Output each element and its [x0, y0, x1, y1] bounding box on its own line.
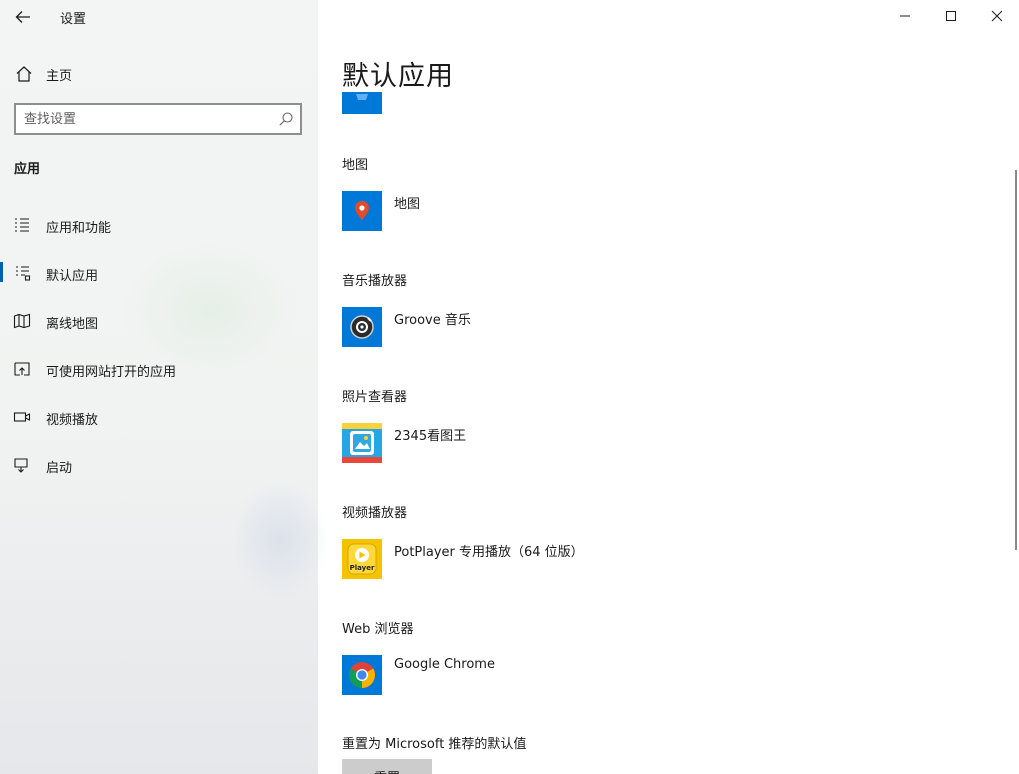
sidebar-item-label: 视频播放 [46, 413, 99, 428]
category-label-video: 视频播放器 [342, 506, 408, 521]
chrome-icon [348, 662, 376, 688]
open-web-icon [14, 362, 30, 376]
category-label-music: 音乐播放器 [342, 274, 408, 289]
search-input[interactable] [24, 109, 264, 129]
search-icon[interactable] [278, 111, 294, 127]
minimize-button[interactable] [882, 0, 928, 32]
sidebar-background-glow-2 [230, 480, 330, 600]
sidebar-item-apps-features[interactable]: 应用和功能 [0, 205, 318, 245]
sidebar-item-label: 应用和功能 [46, 221, 112, 236]
app-tile-video[interactable]: Player [342, 539, 382, 579]
app-name-video[interactable]: PotPlayer 专用播放（64 位版） [394, 541, 584, 560]
sidebar-item-default-apps[interactable]: 默认应用 [0, 253, 318, 293]
close-icon [991, 10, 1003, 22]
sidebar-item-label: 默认应用 [46, 269, 99, 284]
back-arrow-icon [15, 11, 30, 23]
image-viewer-icon [342, 423, 382, 463]
nav-home[interactable]: 主页 [0, 56, 318, 90]
sidebar: 设置 主页 应用 应用和功能 默认应用 离线地图 [0, 0, 330, 774]
window-title: 设置 [60, 12, 87, 27]
app-tile-photos[interactable] [342, 423, 382, 463]
video-icon [13, 412, 31, 422]
maps-pin-icon [355, 201, 369, 220]
minimize-icon [900, 15, 910, 17]
page-title: 默认应用 [342, 61, 454, 92]
potplayer-icon: Player [342, 539, 382, 579]
section-label-apps: 应用 [14, 162, 41, 177]
category-label-photos: 照片查看器 [342, 390, 408, 405]
startup-icon [14, 458, 28, 473]
scrollbar[interactable] [1015, 170, 1017, 550]
reset-button[interactable]: 重置 [342, 759, 432, 774]
category-label-maps: 地图 [342, 158, 369, 173]
apps-list-icon [15, 218, 29, 232]
search-box[interactable] [14, 103, 302, 135]
maximize-button[interactable] [928, 0, 974, 32]
sidebar-item-video-playback[interactable]: 视频播放 [0, 397, 318, 437]
groove-music-icon [350, 315, 374, 339]
app-name-music[interactable]: Groove 音乐 [394, 309, 471, 328]
sidebar-item-label: 离线地图 [46, 317, 99, 332]
app-tile-maps[interactable] [342, 191, 382, 231]
app-name-photos[interactable]: 2345看图王 [394, 425, 466, 444]
offline-map-icon [13, 313, 31, 329]
selection-indicator [0, 262, 3, 282]
sidebar-item-apps-for-websites[interactable]: 可使用网站打开的应用 [0, 349, 318, 389]
reset-label: 重置为 Microsoft 推荐的默认值 [342, 737, 527, 752]
nav-home-label: 主页 [46, 69, 73, 84]
maximize-icon [946, 11, 956, 21]
potplayer-icon-text: Player [350, 564, 375, 572]
default-apps-icon [16, 266, 31, 281]
sidebar-item-label: 可使用网站打开的应用 [46, 365, 177, 380]
category-label-browser: Web 浏览器 [342, 622, 414, 637]
sidebar-item-startup[interactable]: 启动 [0, 445, 318, 485]
close-button[interactable] [974, 0, 1019, 32]
app-tile-music[interactable] [342, 307, 382, 347]
app-name-maps[interactable]: 地图 [394, 193, 420, 212]
app-tile-icon [356, 94, 368, 100]
partial-app-tile[interactable] [342, 92, 382, 114]
app-name-browser[interactable]: Google Chrome [394, 657, 495, 672]
main-content: 默认应用 地图 地图 音乐播放器 Groove 音乐 照片查看器 2345看图王… [318, 0, 1019, 774]
app-tile-browser[interactable] [342, 655, 382, 695]
sidebar-item-offline-maps[interactable]: 离线地图 [0, 301, 318, 341]
back-button[interactable] [12, 6, 34, 28]
sidebar-item-label: 启动 [46, 461, 73, 476]
home-icon [16, 66, 32, 82]
